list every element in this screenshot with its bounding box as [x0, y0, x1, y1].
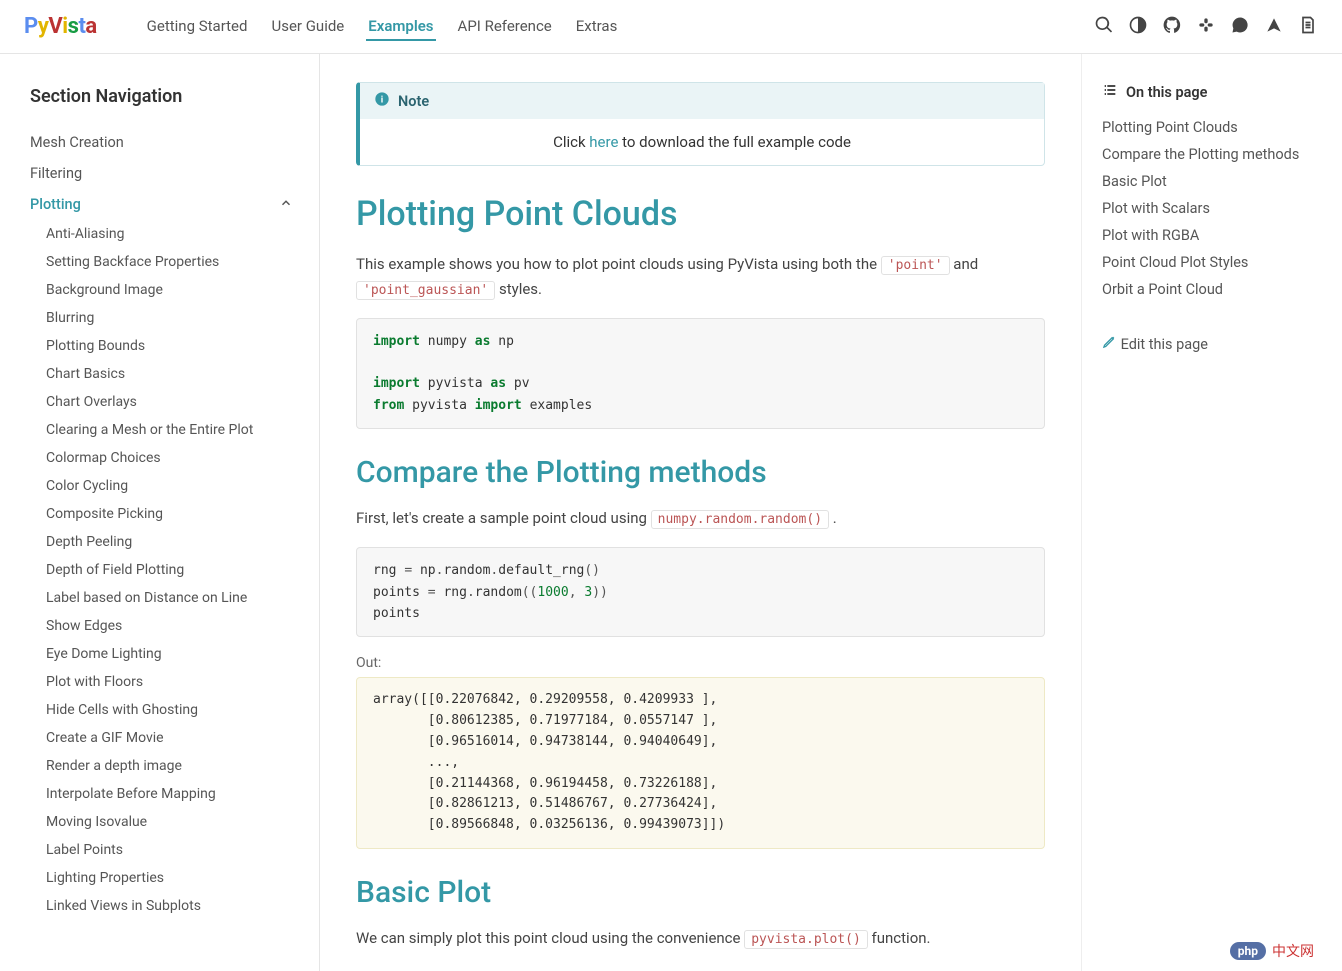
sidebar-item-create-a-gif-movie[interactable]: Create a GIF Movie: [46, 724, 301, 752]
code-block-imports: import numpy as np import pyvista as pv …: [356, 318, 1045, 430]
toolbar: [1094, 15, 1318, 39]
discourse-icon[interactable]: [1230, 15, 1250, 39]
chevron-up-icon: [279, 196, 293, 214]
sidebar-item-lighting-properties[interactable]: Lighting Properties: [46, 864, 301, 892]
sidebar-item-eye-dome-lighting[interactable]: Eye Dome Lighting: [46, 640, 301, 668]
sidebar-item-chart-overlays[interactable]: Chart Overlays: [46, 388, 301, 416]
slack-icon[interactable]: [1196, 15, 1216, 39]
sidebar-item-plot-with-floors[interactable]: Plot with Floors: [46, 668, 301, 696]
section-basic-title: Basic Plot: [356, 875, 1045, 910]
docs-icon[interactable]: [1298, 15, 1318, 39]
compare-paragraph: First, let's create a sample point cloud…: [356, 506, 1045, 531]
sidebar-item-render-a-depth-image[interactable]: Render a depth image: [46, 752, 301, 780]
pencil-icon: [1102, 336, 1117, 353]
watermark-badge: php 中文网: [1220, 937, 1324, 965]
toc-basic-plot[interactable]: Basic Plot: [1102, 168, 1322, 195]
top-nav: Getting Started User Guide Examples API Ref…: [145, 13, 1094, 41]
svg-text:i: i: [381, 94, 383, 105]
code-block-rng: rng = np.random.default_rng() points = r…: [356, 547, 1045, 637]
sidebar-item-plotting-bounds[interactable]: Plotting Bounds: [46, 332, 301, 360]
github-icon[interactable]: [1162, 15, 1182, 39]
toc-plotting-point-clouds[interactable]: Plotting Point Clouds: [1102, 114, 1322, 141]
sidebar-item-chart-basics[interactable]: Chart Basics: [46, 360, 301, 388]
page-title: Plotting Point Clouds: [356, 194, 1045, 234]
on-this-page: On this page Plotting Point CloudsCompar…: [1082, 54, 1342, 971]
download-link[interactable]: here: [589, 133, 618, 151]
list-icon: [1102, 82, 1118, 102]
output-label: Out:: [356, 655, 1045, 671]
nav-extras[interactable]: Extras: [574, 13, 620, 41]
search-icon[interactable]: [1094, 15, 1114, 39]
sidebar-item-hide-cells-with-ghosting[interactable]: Hide Cells with Ghosting: [46, 696, 301, 724]
sidebar-item-filtering[interactable]: Filtering: [30, 158, 301, 189]
logo[interactable]: PyVista: [24, 14, 97, 39]
nav-api-reference[interactable]: API Reference: [456, 13, 554, 41]
sidebar-item-setting-backface-properties[interactable]: Setting Backface Properties: [46, 248, 301, 276]
basic-paragraph: We can simply plot this point cloud usin…: [356, 926, 1045, 951]
topbar: PyVista Getting Started User Guide Example…: [0, 0, 1342, 54]
toc-plot-with-rgba[interactable]: Plot with RGBA: [1102, 222, 1322, 249]
nav-getting-started[interactable]: Getting Started: [145, 13, 250, 41]
toc-orbit-a-point-cloud[interactable]: Orbit a Point Cloud: [1102, 276, 1322, 303]
sidebar-item-depth-of-field-plotting[interactable]: Depth of Field Plotting: [46, 556, 301, 584]
output-block: array([[0.22076842, 0.29209558, 0.420993…: [356, 677, 1045, 849]
section-nav-title: Section Navigation: [30, 86, 301, 107]
sidebar-item-clearing-a-mesh-or-the-entire-plot[interactable]: Clearing a Mesh or the Entire Plot: [46, 416, 301, 444]
sidebar-item-linked-views-in-subplots[interactable]: Linked Views in Subplots: [46, 892, 301, 920]
sidebar-item-plotting[interactable]: Plotting: [30, 189, 301, 220]
sidebar-item-label-based-on-distance-on-line[interactable]: Label based on Distance on Line: [46, 584, 301, 612]
section-nav: Section Navigation Mesh CreationFilterin…: [0, 54, 320, 971]
toc-plot-with-scalars[interactable]: Plot with Scalars: [1102, 195, 1322, 222]
sidebar-item-blurring[interactable]: Blurring: [46, 304, 301, 332]
note-body: Click here to download the full example …: [360, 119, 1044, 165]
sidebar-item-composite-picking[interactable]: Composite Picking: [46, 500, 301, 528]
edit-page-link[interactable]: Edit this page: [1102, 329, 1322, 358]
sidebar-item-moving-isovalue[interactable]: Moving Isovalue: [46, 808, 301, 836]
toc-point-cloud-plot-styles[interactable]: Point Cloud Plot Styles: [1102, 249, 1322, 276]
toc-compare-the-plotting-methods[interactable]: Compare the Plotting methods: [1102, 141, 1322, 168]
sidebar-item-colormap-choices[interactable]: Colormap Choices: [46, 444, 301, 472]
main-content: i Note Click here to download the full e…: [320, 54, 1082, 971]
nav-user-guide[interactable]: User Guide: [269, 13, 346, 41]
sidebar-item-background-image[interactable]: Background Image: [46, 276, 301, 304]
sidebar-item-color-cycling[interactable]: Color Cycling: [46, 472, 301, 500]
sidebar-item-interpolate-before-mapping[interactable]: Interpolate Before Mapping: [46, 780, 301, 808]
intro-paragraph: This example shows you how to plot point…: [356, 252, 1045, 302]
sidebar-item-label-points[interactable]: Label Points: [46, 836, 301, 864]
theme-icon[interactable]: [1128, 15, 1148, 39]
sidebar-item-show-edges[interactable]: Show Edges: [46, 612, 301, 640]
sidebar-item-mesh-creation[interactable]: Mesh Creation: [30, 127, 301, 158]
info-icon: i: [374, 91, 390, 111]
support-icon[interactable]: [1264, 15, 1284, 39]
note-admonition: i Note Click here to download the full e…: [356, 82, 1045, 166]
nav-examples[interactable]: Examples: [366, 13, 435, 41]
section-compare-title: Compare the Plotting methods: [356, 455, 1045, 490]
sidebar-item-depth-peeling[interactable]: Depth Peeling: [46, 528, 301, 556]
sidebar-item-anti-aliasing[interactable]: Anti-Aliasing: [46, 220, 301, 248]
